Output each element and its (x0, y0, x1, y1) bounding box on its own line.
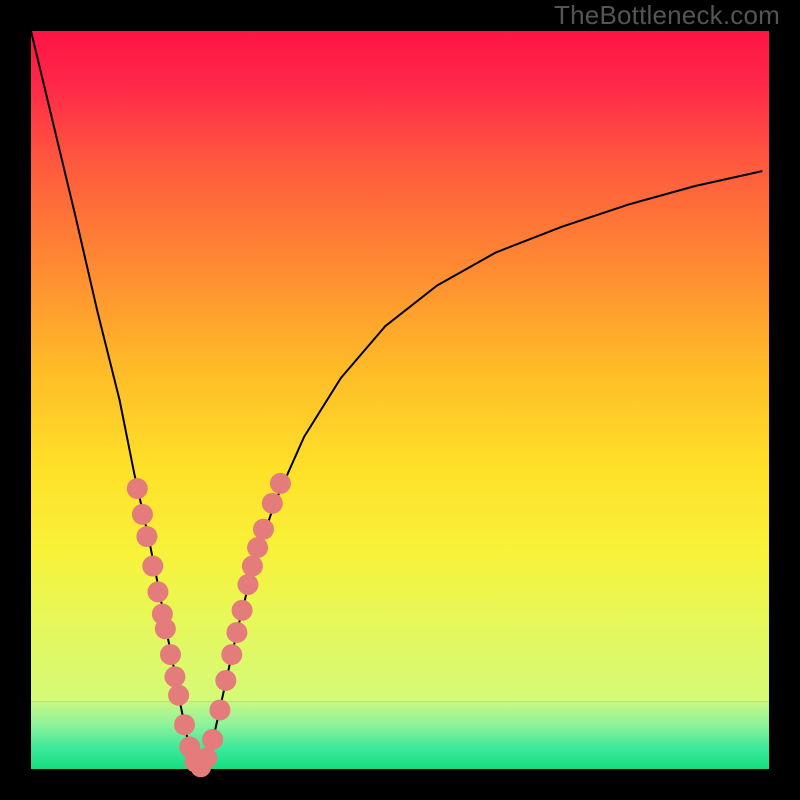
data-marker (160, 644, 181, 665)
data-marker (136, 526, 157, 547)
data-marker (155, 618, 176, 639)
data-marker (232, 600, 253, 621)
data-marker (202, 729, 223, 750)
data-marker (242, 556, 263, 577)
watermark-text: TheBottleneck.com (554, 0, 780, 31)
data-marker (270, 473, 291, 494)
data-marker (215, 670, 236, 691)
data-marker (164, 666, 185, 687)
data-marker (226, 622, 247, 643)
data-marker (253, 519, 274, 540)
data-marker (221, 644, 242, 665)
chart-container: { "watermark": "TheBottleneck.com", "cha… (0, 0, 800, 800)
data-marker (209, 699, 230, 720)
data-marker (174, 714, 195, 735)
data-marker (262, 493, 283, 514)
data-marker (132, 504, 153, 525)
data-marker (127, 478, 148, 499)
data-marker (196, 747, 217, 768)
plot-background-green-band (31, 701, 769, 769)
data-marker (247, 537, 268, 558)
plot-background-gradient (31, 31, 769, 701)
data-marker (237, 574, 258, 595)
bottleneck-chart (0, 0, 800, 800)
data-marker (142, 556, 163, 577)
data-marker (147, 581, 168, 602)
data-marker (168, 685, 189, 706)
